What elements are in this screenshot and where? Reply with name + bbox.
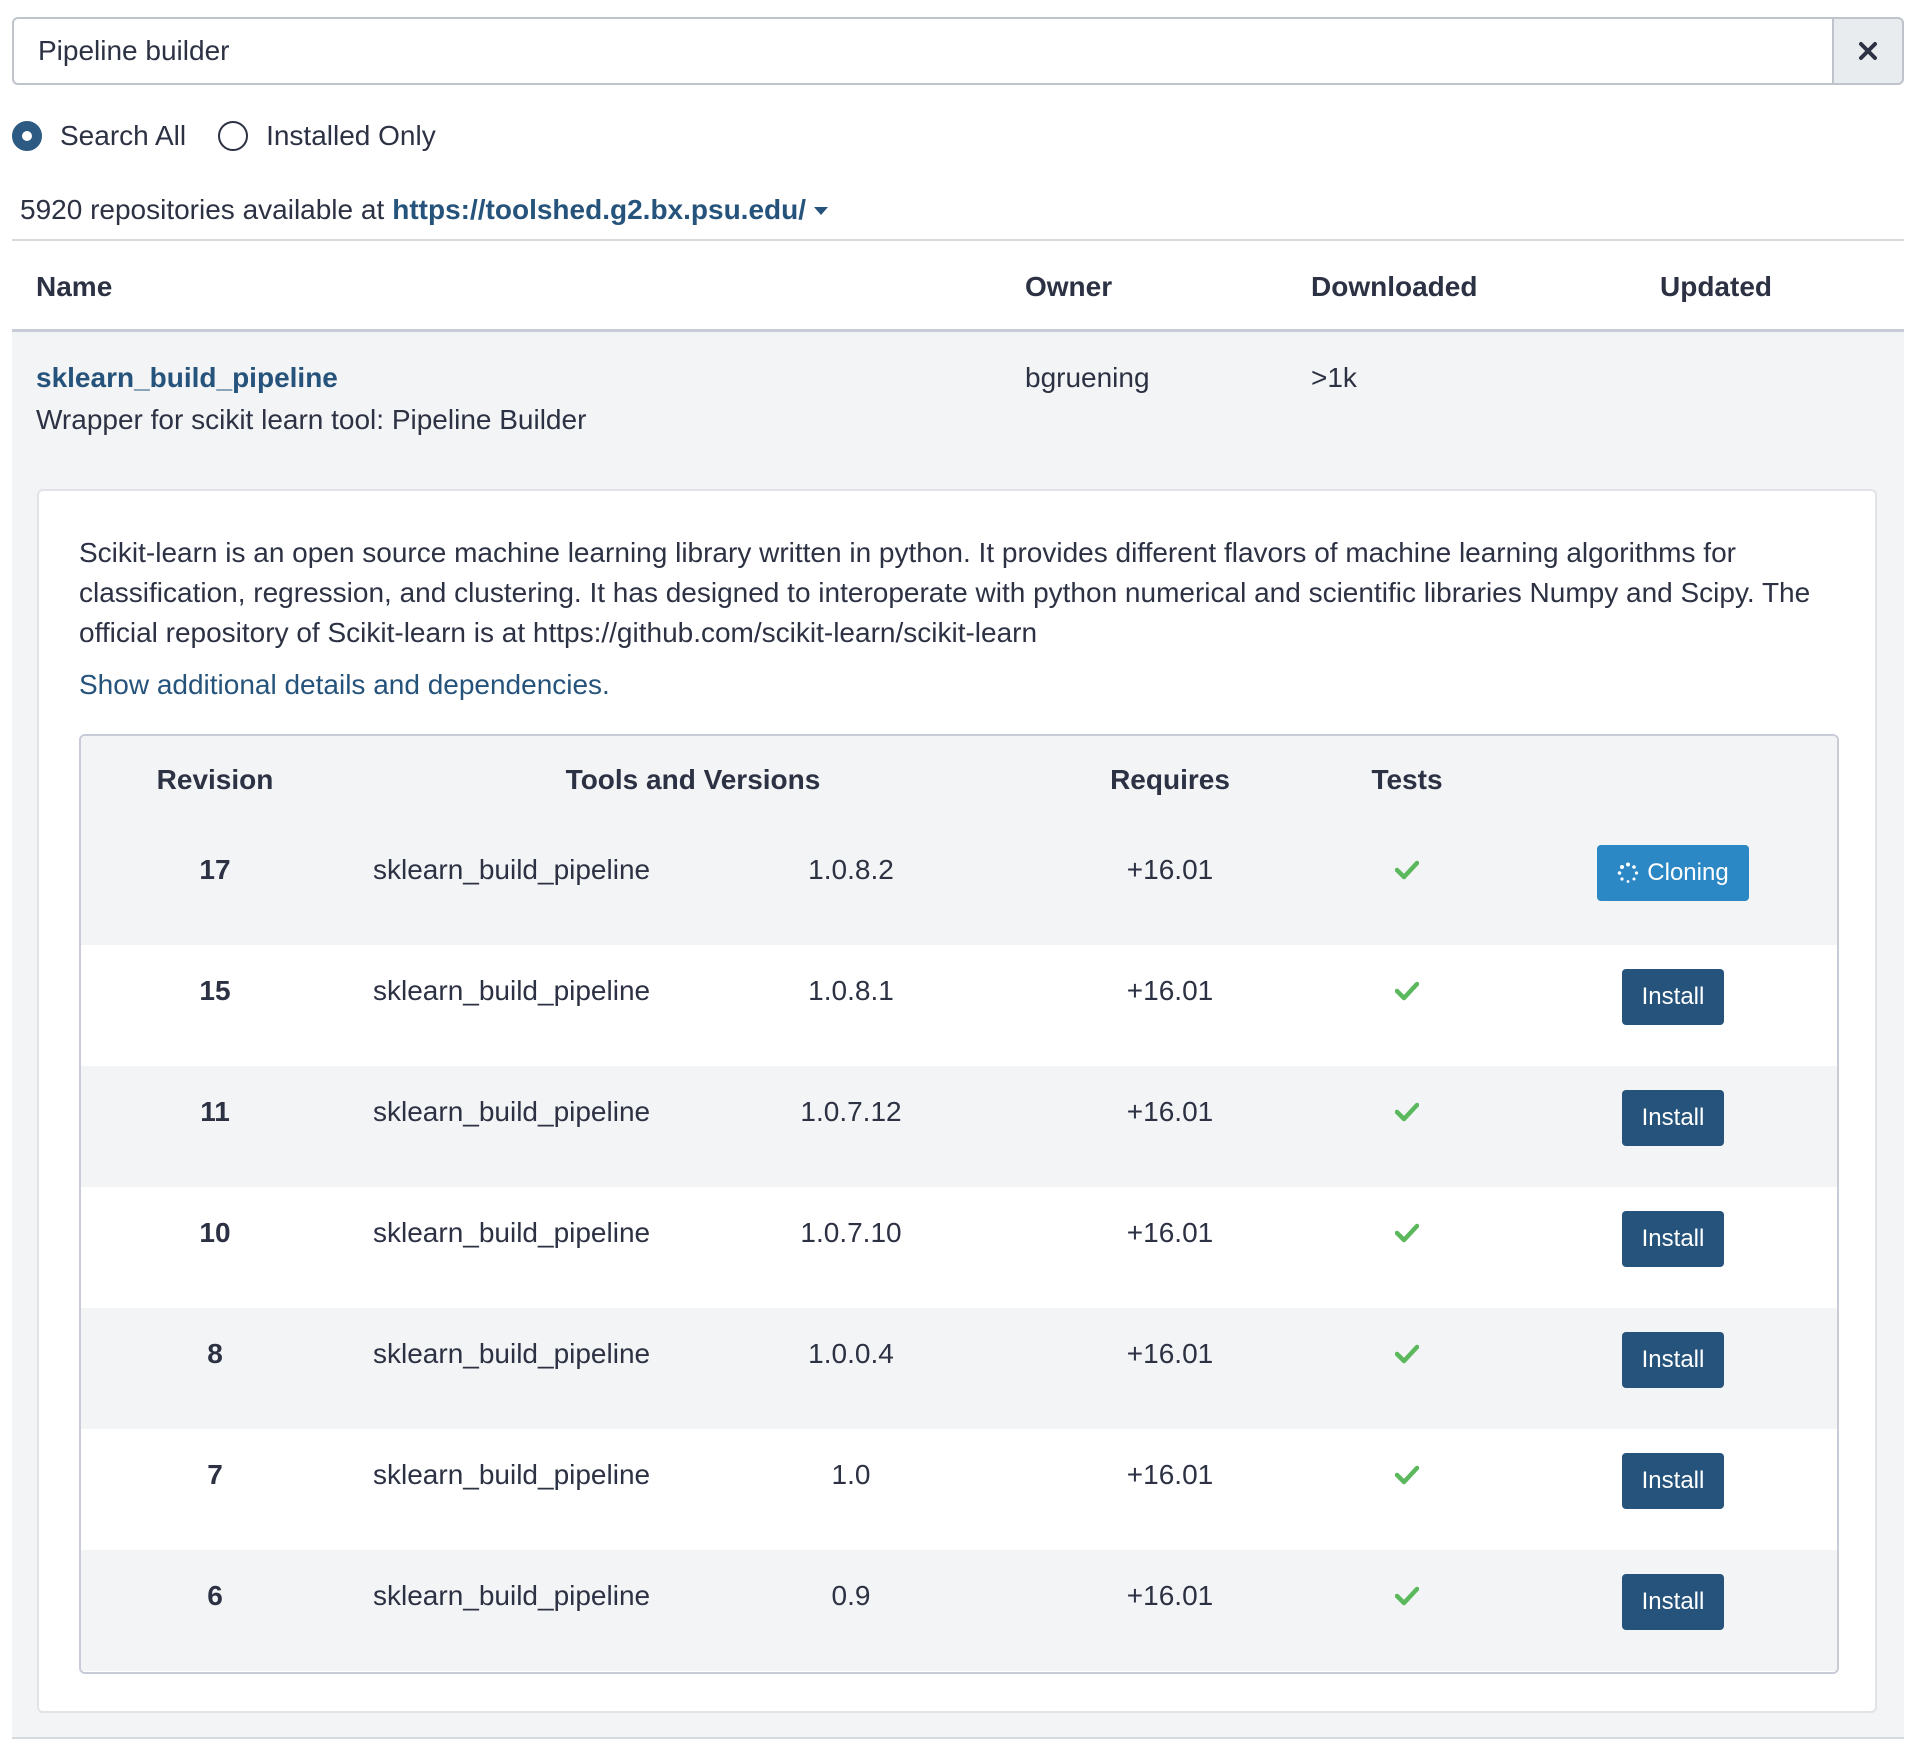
requires-version: +16.01 xyxy=(1126,1338,1214,1369)
cloning-label: Cloning xyxy=(1647,859,1729,886)
column-header-owner[interactable]: Owner xyxy=(1025,271,1112,303)
column-header-updated[interactable]: Updated xyxy=(1660,271,1772,303)
requires-version: +16.01 xyxy=(1126,1459,1214,1490)
search-scope-radio-group: Search All Installed Only xyxy=(12,120,468,152)
repository-description: Wrapper for scikit learn tool: Pipeline … xyxy=(36,404,587,435)
search-bar xyxy=(12,17,1904,85)
cloning-button[interactable]: Cloning xyxy=(1597,845,1749,901)
requires-version: +16.01 xyxy=(1126,1580,1214,1611)
tool-name: sklearn_build_pipeline xyxy=(373,1459,651,1490)
revision-number: 17 xyxy=(199,854,231,885)
tool-version: 1.0.7.12 xyxy=(800,1096,902,1127)
revision-number: 11 xyxy=(200,1096,230,1127)
requires-version: +16.01 xyxy=(1126,1217,1214,1248)
tool-name: sklearn_build_pipeline xyxy=(373,975,651,1006)
revisions-table-header: Revision Tools and Versions Requires Tes… xyxy=(81,736,1837,824)
tool-version: 1.0 xyxy=(831,1459,871,1490)
radio-unchecked-icon[interactable] xyxy=(218,121,249,151)
tool-version: 0.9 xyxy=(831,1580,871,1611)
checkmark-icon xyxy=(1395,1344,1419,1364)
install-button[interactable]: Install xyxy=(1622,1453,1724,1509)
tool-version: 1.0.7.10 xyxy=(800,1217,902,1248)
revision-row: 15 sklearn_build_pipeline 1.0.8.1 +16.01… xyxy=(81,945,1837,1066)
toolshed-url: https://toolshed.g2.bx.psu.edu/ xyxy=(392,194,807,225)
revision-row: 10 sklearn_build_pipeline 1.0.7.10 +16.0… xyxy=(81,1187,1837,1308)
column-header-requires: Requires xyxy=(1110,764,1230,795)
tool-name: sklearn_build_pipeline xyxy=(373,854,651,885)
column-header-tests: Tests xyxy=(1371,764,1443,795)
tool-name: sklearn_build_pipeline xyxy=(373,1338,651,1369)
tool-version: 1.0.0.4 xyxy=(808,1338,894,1369)
tool-version: 1.0.8.1 xyxy=(808,975,894,1006)
search-input[interactable] xyxy=(12,17,1832,85)
spinner-icon xyxy=(1617,862,1639,883)
tool-version: 1.0.8.2 xyxy=(808,854,894,885)
requires-version: +16.01 xyxy=(1126,1096,1214,1127)
repository-details-panel: Scikit-learn is an open source machine l… xyxy=(37,489,1877,1713)
column-header-name[interactable]: Name xyxy=(36,271,112,303)
close-icon xyxy=(1859,42,1877,60)
show-details-link[interactable]: Show additional details and dependencies… xyxy=(79,669,610,701)
column-header-revision: Revision xyxy=(156,764,274,795)
radio-checked-icon[interactable] xyxy=(12,121,42,151)
radio-label: Installed Only xyxy=(266,120,436,151)
repository-count-summary: 5920 repositories available at https://t… xyxy=(20,194,829,226)
tool-name: sklearn_build_pipeline xyxy=(373,1096,651,1127)
repository-owner: bgruening xyxy=(1025,362,1150,393)
toolshed-url-dropdown[interactable]: https://toolshed.g2.bx.psu.edu/ xyxy=(392,194,829,226)
revision-number: 8 xyxy=(207,1338,223,1369)
column-header-downloaded[interactable]: Downloaded xyxy=(1311,271,1477,303)
install-button[interactable]: Install xyxy=(1622,1090,1724,1146)
install-button[interactable]: Install xyxy=(1622,1574,1724,1630)
repository-downloads: >1k xyxy=(1311,362,1357,393)
revision-number: 10 xyxy=(199,1217,231,1248)
revision-row: 17 sklearn_build_pipeline 1.0.8.2 +16.01… xyxy=(81,824,1837,945)
repository-row: sklearn_build_pipeline Wrapper for sciki… xyxy=(12,332,1904,1739)
radio-search-all[interactable]: Search All xyxy=(12,120,186,152)
repository-long-description: Scikit-learn is an open source machine l… xyxy=(79,537,1811,648)
checkmark-icon xyxy=(1395,1223,1419,1243)
radio-installed-only[interactable]: Installed Only xyxy=(218,120,436,152)
repository-table-header: Name Owner Downloaded Updated xyxy=(12,241,1904,332)
install-button[interactable]: Install xyxy=(1622,1211,1724,1267)
checkmark-icon xyxy=(1395,1465,1419,1485)
revisions-table: Revision Tools and Versions Requires Tes… xyxy=(79,734,1839,1674)
checkmark-icon xyxy=(1395,1586,1419,1606)
checkmark-icon xyxy=(1395,860,1419,880)
checkmark-icon xyxy=(1395,981,1419,1001)
revision-number: 7 xyxy=(207,1459,223,1490)
revision-number: 15 xyxy=(199,975,231,1006)
summary-text: 5920 repositories available at xyxy=(20,194,385,225)
checkmark-icon xyxy=(1395,1102,1419,1122)
tool-name: sklearn_build_pipeline xyxy=(373,1217,651,1248)
column-header-tools: Tools and Versions xyxy=(565,764,821,795)
revision-row: 8 sklearn_build_pipeline 1.0.0.4 +16.01 … xyxy=(81,1308,1837,1429)
revision-row: 7 sklearn_build_pipeline 1.0 +16.01 Inst… xyxy=(81,1429,1837,1550)
tool-name: sklearn_build_pipeline xyxy=(373,1580,651,1611)
revision-row: 6 sklearn_build_pipeline 0.9 +16.01 Inst… xyxy=(81,1550,1837,1671)
install-button[interactable]: Install xyxy=(1622,1332,1724,1388)
repository-name-link[interactable]: sklearn_build_pipeline xyxy=(36,362,338,394)
requires-version: +16.01 xyxy=(1126,975,1214,1006)
caret-down-icon xyxy=(814,207,829,215)
revision-row: 11 sklearn_build_pipeline 1.0.7.12 +16.0… xyxy=(81,1066,1837,1187)
radio-label: Search All xyxy=(60,120,187,151)
revision-number: 6 xyxy=(207,1580,223,1611)
requires-version: +16.01 xyxy=(1126,854,1214,885)
clear-search-button[interactable] xyxy=(1832,17,1904,85)
install-button[interactable]: Install xyxy=(1622,969,1724,1025)
